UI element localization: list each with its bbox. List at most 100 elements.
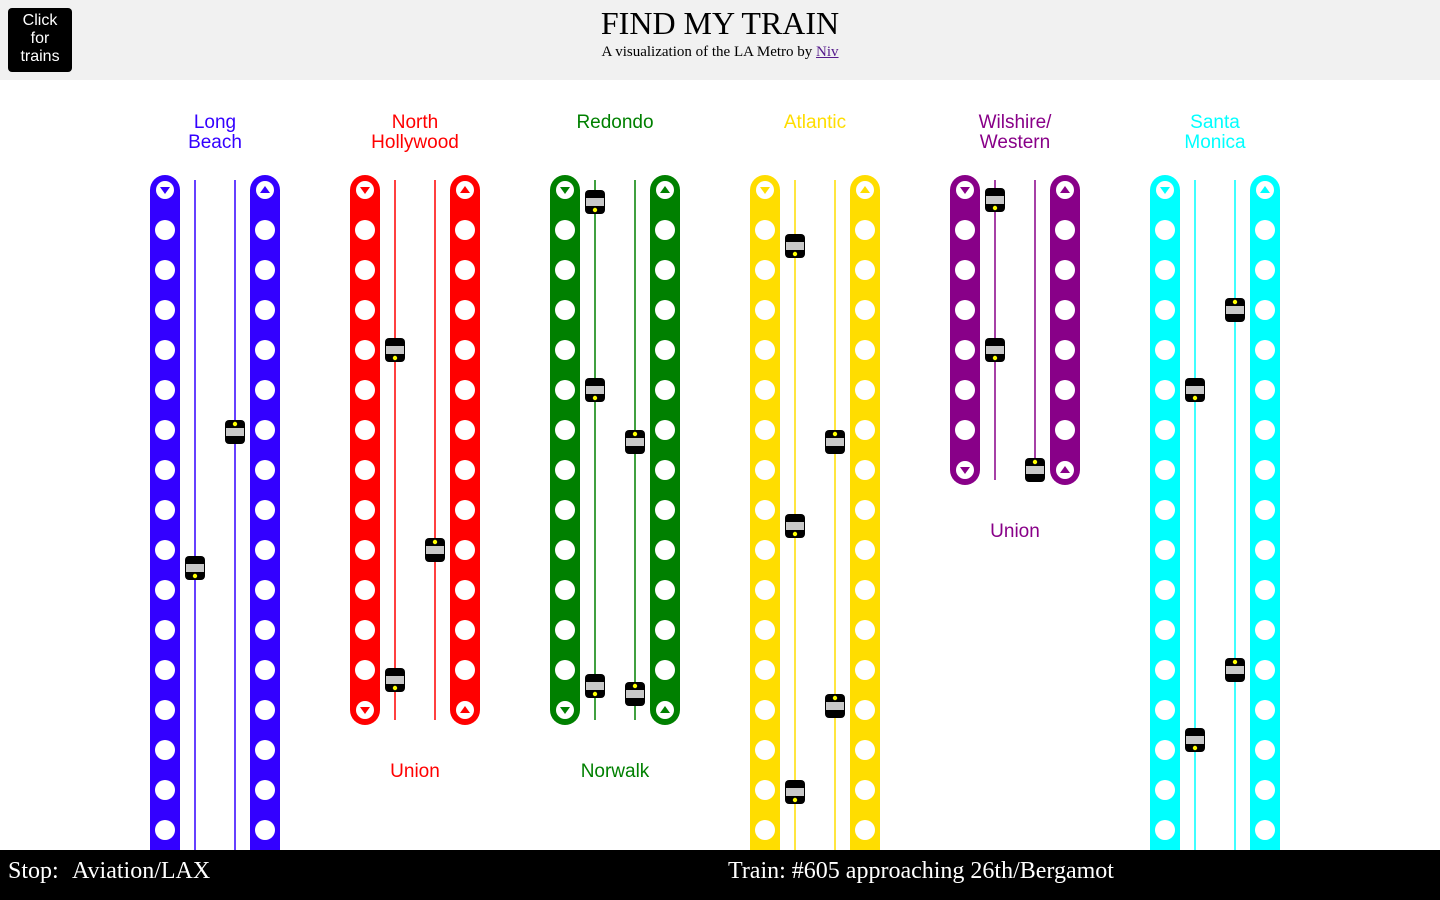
stop-green-down-1[interactable] — [555, 220, 575, 240]
stop-red-up-4[interactable] — [455, 340, 475, 360]
stop-red-down-7[interactable] — [355, 460, 375, 480]
stop-blue-up-12[interactable] — [255, 660, 275, 680]
stop-blue-up-5[interactable] — [255, 380, 275, 400]
stop-red-up-5[interactable] — [455, 380, 475, 400]
stop-blue-up-15[interactable] — [255, 780, 275, 800]
stop-red-up-9[interactable] — [455, 540, 475, 560]
train-red-down-1[interactable] — [385, 668, 405, 692]
stop-blue-down-10[interactable] — [155, 580, 175, 600]
stop-expo-up-4[interactable] — [1255, 340, 1275, 360]
stop-blue-up-11[interactable] — [255, 620, 275, 640]
stop-green-up-7[interactable] — [655, 460, 675, 480]
stop-blue-down-13[interactable] — [155, 700, 175, 720]
stop-gold-up-13[interactable] — [855, 700, 875, 720]
stop-purple-down-1[interactable] — [955, 220, 975, 240]
stop-expo-down-10[interactable] — [1155, 580, 1175, 600]
stop-gold-down-3[interactable] — [755, 300, 775, 320]
stop-gold-down-11[interactable] — [755, 620, 775, 640]
train-green-down-1[interactable] — [585, 378, 605, 402]
stop-gold-up-2[interactable] — [855, 260, 875, 280]
train-gold-up-0[interactable] — [825, 430, 845, 454]
stop-red-up-1[interactable] — [455, 220, 475, 240]
stop-green-down-8[interactable] — [555, 500, 575, 520]
stop-gold-down-12[interactable] — [755, 660, 775, 680]
stop-gold-down-16[interactable] — [755, 820, 775, 840]
stop-gold-up-3[interactable] — [855, 300, 875, 320]
stop-blue-up-13[interactable] — [255, 700, 275, 720]
stop-purple-up-5[interactable] — [1055, 380, 1075, 400]
stop-purple-up-6[interactable] — [1055, 420, 1075, 440]
stop-gold-up-15[interactable] — [855, 780, 875, 800]
stop-green-up-11[interactable] — [655, 620, 675, 640]
stop-blue-down-14[interactable] — [155, 740, 175, 760]
stop-gold-up-10[interactable] — [855, 580, 875, 600]
stop-purple-up-1[interactable] — [1055, 220, 1075, 240]
stop-green-up-6[interactable] — [655, 420, 675, 440]
stop-red-down-10[interactable] — [355, 580, 375, 600]
stop-red-down-11[interactable] — [355, 620, 375, 640]
stop-gold-up-16[interactable] — [855, 820, 875, 840]
train-blue-down-0[interactable] — [185, 556, 205, 580]
train-gold-down-2[interactable] — [785, 780, 805, 804]
stop-green-down-10[interactable] — [555, 580, 575, 600]
stop-blue-down-3[interactable] — [155, 300, 175, 320]
stop-gold-down-2[interactable] — [755, 260, 775, 280]
stop-blue-down-1[interactable] — [155, 220, 175, 240]
stop-expo-down-8[interactable] — [1155, 500, 1175, 520]
stop-blue-up-10[interactable] — [255, 580, 275, 600]
stop-blue-down-6[interactable] — [155, 420, 175, 440]
stop-expo-down-1[interactable] — [1155, 220, 1175, 240]
stop-expo-down-3[interactable] — [1155, 300, 1175, 320]
stop-gold-down-9[interactable] — [755, 540, 775, 560]
stop-expo-up-10[interactable] — [1255, 580, 1275, 600]
stop-gold-up-1[interactable] — [855, 220, 875, 240]
stop-purple-down-6[interactable] — [955, 420, 975, 440]
stop-red-up-12[interactable] — [455, 660, 475, 680]
stop-green-up-8[interactable] — [655, 500, 675, 520]
stop-blue-down-4[interactable] — [155, 340, 175, 360]
stop-gold-down-15[interactable] — [755, 780, 775, 800]
stop-green-up-5[interactable] — [655, 380, 675, 400]
stop-blue-up-8[interactable] — [255, 500, 275, 520]
stop-red-down-6[interactable] — [355, 420, 375, 440]
stop-blue-down-9[interactable] — [155, 540, 175, 560]
stop-green-down-11[interactable] — [555, 620, 575, 640]
stop-expo-up-9[interactable] — [1255, 540, 1275, 560]
stop-gold-down-13[interactable] — [755, 700, 775, 720]
stop-red-up-10[interactable] — [455, 580, 475, 600]
stop-blue-up-16[interactable] — [255, 820, 275, 840]
stop-red-up-8[interactable] — [455, 500, 475, 520]
stop-purple-up-4[interactable] — [1055, 340, 1075, 360]
stop-red-down-3[interactable] — [355, 300, 375, 320]
train-red-down-0[interactable] — [385, 338, 405, 362]
stop-green-down-6[interactable] — [555, 420, 575, 440]
stop-gold-down-14[interactable] — [755, 740, 775, 760]
stop-expo-up-15[interactable] — [1255, 780, 1275, 800]
stop-blue-down-5[interactable] — [155, 380, 175, 400]
stop-purple-down-5[interactable] — [955, 380, 975, 400]
stop-expo-down-11[interactable] — [1155, 620, 1175, 640]
stop-red-up-6[interactable] — [455, 420, 475, 440]
stop-green-down-3[interactable] — [555, 300, 575, 320]
train-green-down-2[interactable] — [585, 674, 605, 698]
stop-red-up-7[interactable] — [455, 460, 475, 480]
train-green-up-0[interactable] — [625, 430, 645, 454]
stop-blue-up-9[interactable] — [255, 540, 275, 560]
stop-red-down-12[interactable] — [355, 660, 375, 680]
stop-gold-up-8[interactable] — [855, 500, 875, 520]
stop-expo-up-6[interactable] — [1255, 420, 1275, 440]
stop-gold-down-6[interactable] — [755, 420, 775, 440]
train-expo-down-1[interactable] — [1185, 728, 1205, 752]
stop-purple-down-2[interactable] — [955, 260, 975, 280]
stop-expo-down-16[interactable] — [1155, 820, 1175, 840]
stop-green-up-1[interactable] — [655, 220, 675, 240]
stop-expo-down-4[interactable] — [1155, 340, 1175, 360]
train-gold-down-0[interactable] — [785, 234, 805, 258]
stop-gold-up-7[interactable] — [855, 460, 875, 480]
stop-expo-up-3[interactable] — [1255, 300, 1275, 320]
stop-gold-up-9[interactable] — [855, 540, 875, 560]
stop-blue-up-6[interactable] — [255, 420, 275, 440]
stop-blue-down-11[interactable] — [155, 620, 175, 640]
train-gold-down-1[interactable] — [785, 514, 805, 538]
stop-expo-up-8[interactable] — [1255, 500, 1275, 520]
